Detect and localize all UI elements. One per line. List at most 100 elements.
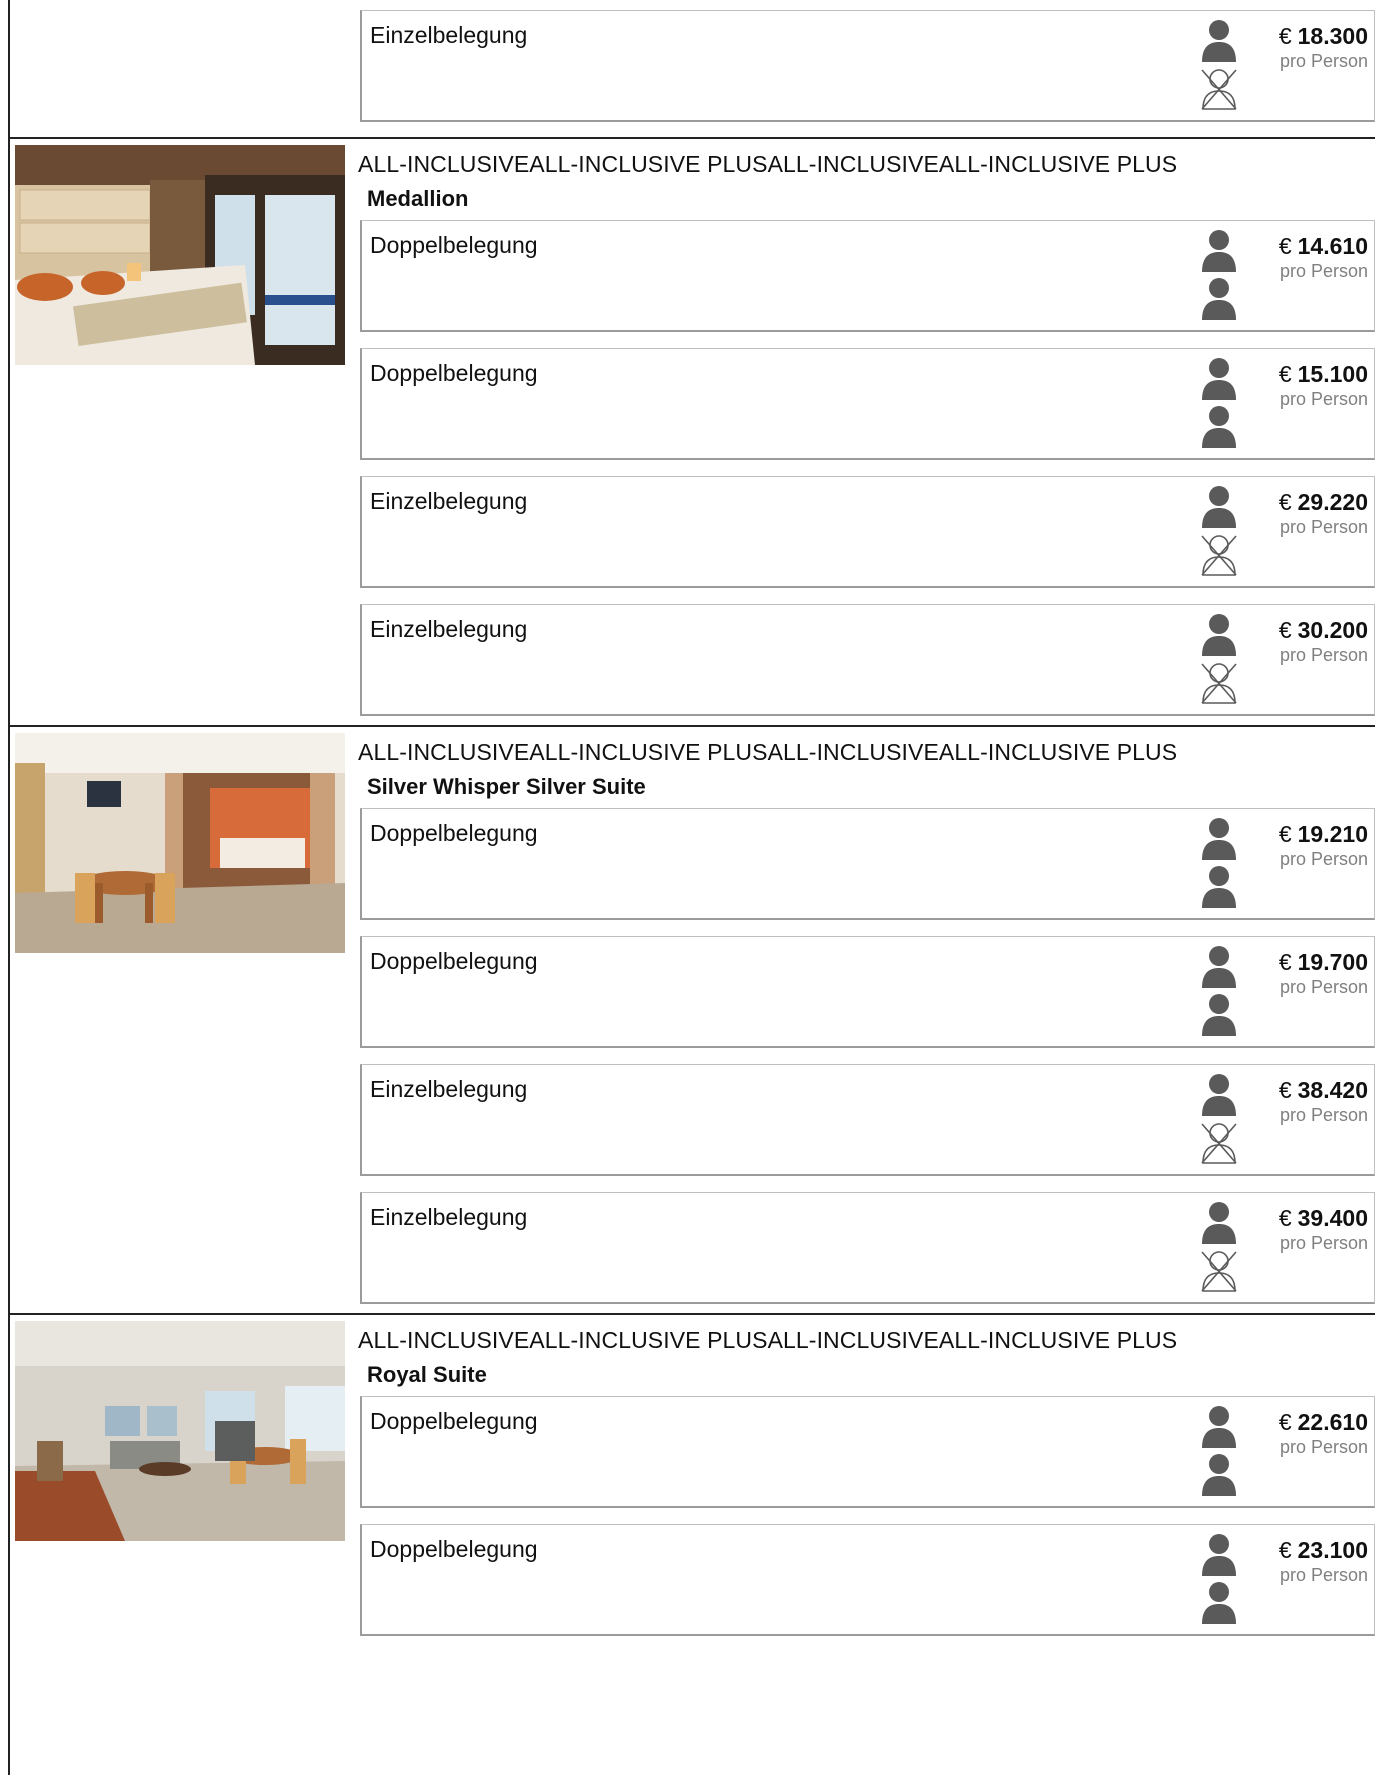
- price-block: €22.610 pro Person: [1279, 1407, 1368, 1458]
- price-amount: €39.400: [1279, 1203, 1368, 1233]
- price-value: 14.610: [1297, 233, 1368, 259]
- occupancy-label: Doppelbelegung: [370, 948, 538, 974]
- price-per-label: pro Person: [1279, 645, 1368, 665]
- price-card[interactable]: Doppelbelegung €22.610 pro Person: [360, 1396, 1375, 1508]
- occupancy-icons: [1199, 1073, 1241, 1169]
- person-icon: [1199, 277, 1239, 321]
- price-block: €39.400 pro Person: [1279, 1203, 1368, 1254]
- section-divider: [8, 137, 1375, 139]
- currency: €: [1278, 617, 1292, 643]
- cabin-photo[interactable]: [15, 733, 345, 953]
- cabin-name: Medallion: [367, 186, 469, 211]
- person-icon: [1199, 993, 1239, 1037]
- cabin-name: Silver Whisper Silver Suite: [367, 774, 646, 799]
- price-block: €38.420 pro Person: [1279, 1075, 1368, 1126]
- occupancy-label: Doppelbelegung: [370, 820, 538, 846]
- occupancy-icons: [1199, 1533, 1241, 1629]
- currency: €: [1278, 1077, 1292, 1103]
- person-icon: [1199, 357, 1239, 401]
- price-value: 38.420: [1297, 1077, 1368, 1103]
- price-value: 39.400: [1297, 1205, 1368, 1231]
- person-icon: [1199, 405, 1239, 449]
- occupancy-icons: [1199, 817, 1241, 913]
- price-block: €19.210 pro Person: [1279, 819, 1368, 870]
- currency: €: [1278, 1409, 1292, 1435]
- cabin-tags: ALL-INCLUSIVEALL-INCLUSIVE PLUSALL-INCLU…: [358, 739, 1178, 765]
- price-per-label: pro Person: [1279, 1105, 1368, 1125]
- occupancy-icons: [1199, 1201, 1241, 1297]
- person-icon: [1199, 1453, 1239, 1497]
- price-amount: €38.420: [1279, 1075, 1368, 1105]
- person-icon: [1199, 817, 1239, 861]
- no-second-person-icon: [1199, 533, 1239, 577]
- no-second-person-icon: [1199, 661, 1239, 705]
- price-card[interactable]: Einzelbelegung €38.420 pro Person: [360, 1064, 1375, 1176]
- price-amount: €14.610: [1279, 231, 1368, 261]
- person-icon: [1199, 1533, 1239, 1577]
- price-amount: €22.610: [1279, 1407, 1368, 1437]
- cabin-details: ALL-INCLUSIVEALL-INCLUSIVE PLUSALL-INCLU…: [358, 150, 1375, 732]
- price-per-label: pro Person: [1279, 849, 1368, 869]
- price-per-label: pro Person: [1279, 977, 1368, 997]
- cabin-details: ALL-INCLUSIVEALL-INCLUSIVE PLUSALL-INCLU…: [358, 1326, 1375, 1652]
- currency: €: [1278, 1537, 1292, 1563]
- occupancy-icons: [1199, 357, 1241, 453]
- person-icon: [1199, 865, 1239, 909]
- person-icon: [1199, 1073, 1239, 1117]
- price-card[interactable]: Einzelbelegung €30.200 pro Person: [360, 604, 1375, 716]
- price-block: €19.700 pro Person: [1279, 947, 1368, 998]
- price-value: 22.610: [1297, 1409, 1368, 1435]
- section-divider: [8, 1313, 1375, 1315]
- price-card[interactable]: Doppelbelegung €23.100 pro Person: [360, 1524, 1375, 1636]
- price-block: €23.100 pro Person: [1279, 1535, 1368, 1586]
- section-divider: [8, 725, 1375, 727]
- occupancy-label: Einzelbelegung: [370, 1076, 528, 1102]
- price-per-label: pro Person: [1279, 1233, 1368, 1253]
- price-per-label: pro Person: [1279, 1565, 1368, 1585]
- currency: €: [1278, 233, 1292, 259]
- person-icon: [1199, 229, 1239, 273]
- person-icon: [1199, 1201, 1239, 1245]
- currency: €: [1278, 1205, 1292, 1231]
- occupancy-icons: [1199, 1405, 1241, 1501]
- price-per-label: pro Person: [1279, 261, 1368, 281]
- price-amount: €29.220: [1279, 487, 1368, 517]
- price-card[interactable]: Doppelbelegung €19.700 pro Person: [360, 936, 1375, 1048]
- price-card[interactable]: Doppelbelegung €15.100 pro Person: [360, 348, 1375, 460]
- price-amount: €15.100: [1279, 359, 1368, 389]
- price-per-label: pro Person: [1279, 1437, 1368, 1457]
- price-amount: €19.210: [1279, 819, 1368, 849]
- price-value: 29.220: [1297, 489, 1368, 515]
- occupancy-label: Doppelbelegung: [370, 1408, 538, 1434]
- price-card[interactable]: Einzelbelegung €39.400 pro Person: [360, 1192, 1375, 1304]
- no-second-person-icon: [1199, 1249, 1239, 1293]
- occupancy-label: Einzelbelegung: [370, 488, 528, 514]
- price-card[interactable]: Doppelbelegung €14.610 pro Person: [360, 220, 1375, 332]
- occupancy-icons: [1199, 229, 1241, 325]
- price-block: €15.100 pro Person: [1279, 359, 1368, 410]
- cabin-name: Royal Suite: [367, 1362, 487, 1387]
- price-block: €14.610 pro Person: [1279, 231, 1368, 282]
- person-icon: [1199, 1581, 1239, 1625]
- price-value: 19.210: [1297, 821, 1368, 847]
- price-value: 19.700: [1297, 949, 1368, 975]
- price-per-label: pro Person: [1279, 517, 1368, 537]
- price-amount: €23.100: [1279, 1535, 1368, 1565]
- person-icon: [1199, 1405, 1239, 1449]
- currency: €: [1278, 361, 1292, 387]
- cabin-photo[interactable]: [15, 145, 345, 365]
- price-amount: €19.700: [1279, 947, 1368, 977]
- cabin-tags: ALL-INCLUSIVEALL-INCLUSIVE PLUSALL-INCLU…: [358, 151, 1178, 177]
- cabin-details: ALL-INCLUSIVEALL-INCLUSIVE PLUSALL-INCLU…: [358, 738, 1375, 1320]
- currency: €: [1278, 489, 1292, 515]
- occupancy-icons: [1199, 613, 1241, 709]
- price-value: 23.100: [1297, 1537, 1368, 1563]
- occupancy-label: Einzelbelegung: [370, 616, 528, 642]
- cabin-photo[interactable]: [15, 1321, 345, 1541]
- price-card[interactable]: Einzelbelegung €29.220 pro Person: [360, 476, 1375, 588]
- cabin-tags: ALL-INCLUSIVEALL-INCLUSIVE PLUSALL-INCLU…: [358, 1327, 1178, 1353]
- person-icon: [1199, 485, 1239, 529]
- price-card[interactable]: Doppelbelegung €19.210 pro Person: [360, 808, 1375, 920]
- occupancy-label: Doppelbelegung: [370, 232, 538, 258]
- price-per-label: pro Person: [1279, 389, 1368, 409]
